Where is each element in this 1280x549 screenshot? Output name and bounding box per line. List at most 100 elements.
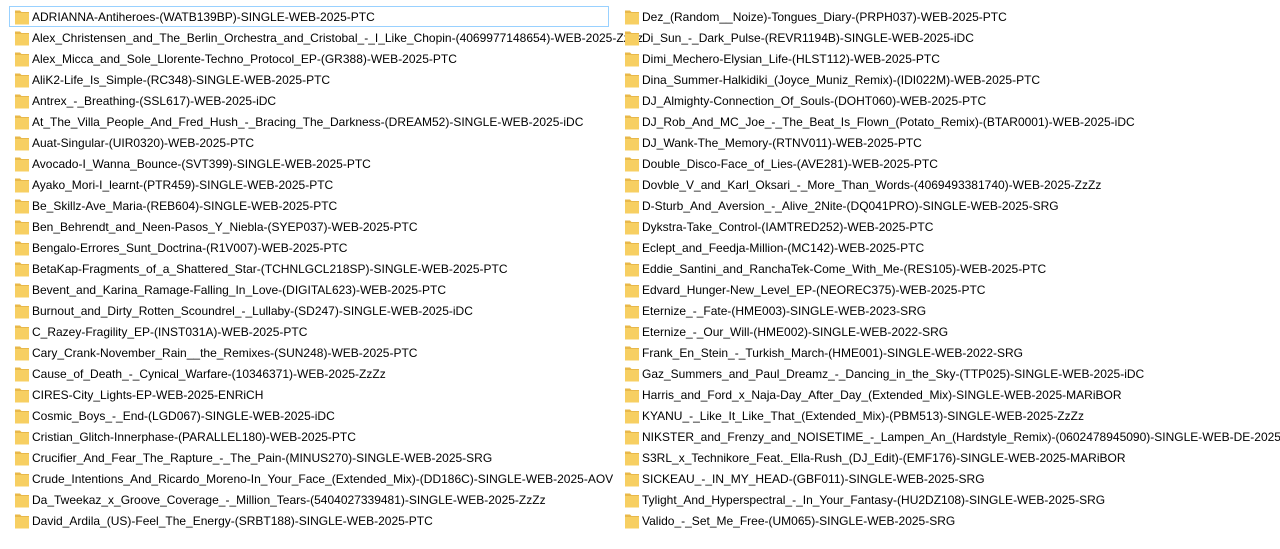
folder-item[interactable]: S3RL_x_Technikore_Feat._Ella-Rush_(DJ_Ed… bbox=[619, 447, 1274, 468]
folder-item-label: David_Ardila_(US)-Feel_The_Energy-(SRBT1… bbox=[32, 514, 433, 528]
file-column-right: Dez_(Random__Noize)-Tongues_Diary-(PRPH0… bbox=[619, 6, 1280, 531]
folder-item[interactable]: Da_Tweekaz_x_Groove_Coverage_-_Million_T… bbox=[9, 489, 609, 510]
folder-icon bbox=[15, 450, 29, 466]
folder-item-label: Burnout_and_Dirty_Rotten_Scoundrel_-_Lul… bbox=[32, 304, 473, 318]
folder-icon bbox=[15, 30, 29, 46]
folder-icon bbox=[625, 261, 639, 277]
folder-icon bbox=[625, 219, 639, 235]
folder-icon bbox=[625, 450, 639, 466]
folder-item[interactable]: Dovble_V_and_Karl_Oksari_-_More_Than_Wor… bbox=[619, 174, 1274, 195]
folder-item[interactable]: Alex_Christensen_and_The_Berlin_Orchestr… bbox=[9, 27, 643, 48]
folder-item[interactable]: BetaKap-Fragments_of_a_Shattered_Star-(T… bbox=[9, 258, 609, 279]
folder-icon bbox=[15, 492, 29, 508]
folder-item-label: Di_Sun_-_Dark_Pulse-(REVR1194B)-SINGLE-W… bbox=[642, 31, 974, 45]
folder-item[interactable]: Auat-Singular-(UIR0320)-WEB-2025-PTC bbox=[9, 132, 609, 153]
folder-item[interactable]: Avocado-I_Wanna_Bounce-(SVT399)-SINGLE-W… bbox=[9, 153, 609, 174]
folder-item[interactable]: Alex_Micca_and_Sole_Llorente-Techno_Prot… bbox=[9, 48, 609, 69]
folder-icon bbox=[15, 345, 29, 361]
folder-item[interactable]: D-Sturb_And_Aversion_-_Alive_2Nite-(DQ04… bbox=[619, 195, 1274, 216]
folder-item[interactable]: NIKSTER_and_Frenzy_and_NOISETIME_-_Lampe… bbox=[619, 426, 1280, 447]
folder-item[interactable]: Dimi_Mechero-Elysian_Life-(HLST112)-WEB-… bbox=[619, 48, 1274, 69]
folder-item[interactable]: Tylight_And_Hyperspectral_-_In_Your_Fant… bbox=[619, 489, 1274, 510]
folder-item-label: Avocado-I_Wanna_Bounce-(SVT399)-SINGLE-W… bbox=[32, 157, 371, 171]
folder-item-label: Crucifier_And_Fear_The_Rapture_-_The_Pai… bbox=[32, 451, 493, 465]
folder-item[interactable]: Crude_Intentions_And_Ricardo_Moreno-In_Y… bbox=[9, 468, 613, 489]
folder-item[interactable]: Crucifier_And_Fear_The_Rapture_-_The_Pai… bbox=[9, 447, 609, 468]
folder-item-label: Cary_Crank-November_Rain__the_Remixes-(S… bbox=[32, 346, 418, 360]
folder-icon bbox=[15, 135, 29, 151]
folder-item[interactable]: KYANU_-_Like_It_Like_That_(Extended_Mix)… bbox=[619, 405, 1274, 426]
folder-item-label: Harris_and_Ford_x_Naja-Day_After_Day_(Ex… bbox=[642, 388, 1122, 402]
folder-item[interactable]: Eclept_and_Feedja-Million-(MC142)-WEB-20… bbox=[619, 237, 1274, 258]
folder-item[interactable]: David_Ardila_(US)-Feel_The_Energy-(SRBT1… bbox=[9, 510, 609, 531]
folder-item[interactable]: Bevent_and_Karina_Ramage-Falling_In_Love… bbox=[9, 279, 609, 300]
folder-icon bbox=[15, 513, 29, 529]
folder-item-label: Eternize_-_Our_Will-(HME002)-SINGLE-WEB-… bbox=[642, 325, 949, 339]
folder-item-label: At_The_Villa_People_And_Fred_Hush_-_Brac… bbox=[32, 115, 584, 129]
folder-item[interactable]: Eternize_-_Our_Will-(HME002)-SINGLE-WEB-… bbox=[619, 321, 1274, 342]
folder-item-label: DJ_Rob_And_MC_Joe_-_The_Beat_Is_Flown_(P… bbox=[642, 115, 1135, 129]
folder-item-label: ADRIANNA-Antiheroes-(WATB139BP)-SINGLE-W… bbox=[32, 10, 375, 24]
folder-item[interactable]: Burnout_and_Dirty_Rotten_Scoundrel_-_Lul… bbox=[9, 300, 609, 321]
folder-item-label: Alex_Micca_and_Sole_Llorente-Techno_Prot… bbox=[32, 52, 457, 66]
folder-item-label: Bengalo-Errores_Sunt_Doctrina-(R1V007)-W… bbox=[32, 241, 348, 255]
folder-item[interactable]: DJ_Almighty-Connection_Of_Souls-(DOHT060… bbox=[619, 90, 1274, 111]
folder-item[interactable]: Frank_En_Stein_-_Turkish_March-(HME001)-… bbox=[619, 342, 1274, 363]
folder-item[interactable]: At_The_Villa_People_And_Fred_Hush_-_Brac… bbox=[9, 111, 609, 132]
folder-icon bbox=[15, 93, 29, 109]
folder-item[interactable]: Dez_(Random__Noize)-Tongues_Diary-(PRPH0… bbox=[619, 6, 1274, 27]
folder-icon bbox=[625, 471, 639, 487]
folder-item-label: Eternize_-_Fate-(HME003)-SINGLE-WEB-2023… bbox=[642, 304, 927, 318]
folder-item[interactable]: Harris_and_Ford_x_Naja-Day_After_Day_(Ex… bbox=[619, 384, 1274, 405]
folder-icon bbox=[625, 177, 639, 193]
folder-item[interactable]: Di_Sun_-_Dark_Pulse-(REVR1194B)-SINGLE-W… bbox=[619, 27, 1274, 48]
folder-item[interactable]: Antrex_-_Breathing-(SSL617)-WEB-2025-iDC bbox=[9, 90, 609, 111]
folder-item[interactable]: SICKEAU_-_IN_MY_HEAD-(GBF011)-SINGLE-WEB… bbox=[619, 468, 1274, 489]
folder-item[interactable]: Cosmic_Boys_-_End-(LGD067)-SINGLE-WEB-20… bbox=[9, 405, 609, 426]
folder-icon bbox=[15, 387, 29, 403]
folder-icon bbox=[15, 429, 29, 445]
folder-item-label: Dimi_Mechero-Elysian_Life-(HLST112)-WEB-… bbox=[642, 52, 940, 66]
folder-icon bbox=[625, 324, 639, 340]
folder-item-label: Dina_Summer-Halkidiki_(Joyce_Muniz_Remix… bbox=[642, 73, 1041, 87]
folder-icon bbox=[15, 9, 29, 25]
folder-item-label: C_Razey-Fragility_EP-(INST031A)-WEB-2025… bbox=[32, 325, 308, 339]
folder-item[interactable]: AliK2-Life_Is_Simple-(RC348)-SINGLE-WEB-… bbox=[9, 69, 609, 90]
folder-icon bbox=[625, 9, 639, 25]
folder-item-label: Alex_Christensen_and_The_Berlin_Orchestr… bbox=[32, 31, 644, 45]
folder-item[interactable]: Valido_-_Set_Me_Free-(UM065)-SINGLE-WEB-… bbox=[619, 510, 1274, 531]
folder-item-label: Dykstra-Take_Control-(IAMTRED252)-WEB-20… bbox=[642, 220, 934, 234]
folder-item[interactable]: Bengalo-Errores_Sunt_Doctrina-(R1V007)-W… bbox=[9, 237, 609, 258]
folder-item-label: Cause_of_Death_-_Cynical_Warfare-(103463… bbox=[32, 367, 386, 381]
folder-item[interactable]: DJ_Rob_And_MC_Joe_-_The_Beat_Is_Flown_(P… bbox=[619, 111, 1274, 132]
folder-item[interactable]: Double_Disco-Face_of_Lies-(AVE281)-WEB-2… bbox=[619, 153, 1274, 174]
folder-item-label: Gaz_Summers_and_Paul_Dreamz_-_Dancing_in… bbox=[642, 367, 1145, 381]
folder-icon bbox=[15, 51, 29, 67]
folder-item[interactable]: Eddie_Santini_and_RanchaTek-Come_With_Me… bbox=[619, 258, 1274, 279]
folder-item[interactable]: Ayako_Mori-I_learnt-(PTR459)-SINGLE-WEB-… bbox=[9, 174, 609, 195]
folder-icon bbox=[15, 177, 29, 193]
folder-icon bbox=[15, 303, 29, 319]
folder-item[interactable]: ADRIANNA-Antiheroes-(WATB139BP)-SINGLE-W… bbox=[9, 6, 609, 27]
folder-item-label: Eddie_Santini_and_RanchaTek-Come_With_Me… bbox=[642, 262, 1047, 276]
folder-item[interactable]: DJ_Wank-The_Memory-(RTNV011)-WEB-2025-PT… bbox=[619, 132, 1274, 153]
folder-item-label: DJ_Wank-The_Memory-(RTNV011)-WEB-2025-PT… bbox=[642, 136, 922, 150]
folder-icon bbox=[15, 261, 29, 277]
folder-item[interactable]: Be_Skillz-Ave_Maria-(REB604)-SINGLE-WEB-… bbox=[9, 195, 609, 216]
folder-icon bbox=[15, 471, 29, 487]
folder-item[interactable]: Cristian_Glitch-Innerphase-(PARALLEL180)… bbox=[9, 426, 609, 447]
folder-item[interactable]: Eternize_-_Fate-(HME003)-SINGLE-WEB-2023… bbox=[619, 300, 1274, 321]
folder-item[interactable]: Cause_of_Death_-_Cynical_Warfare-(103463… bbox=[9, 363, 609, 384]
folder-icon bbox=[625, 156, 639, 172]
folder-item[interactable]: Edvard_Hunger-New_Level_EP-(NEOREC375)-W… bbox=[619, 279, 1274, 300]
folder-icon bbox=[15, 72, 29, 88]
folder-item[interactable]: CIRES-City_Lights-EP-WEB-2025-ENRiCH bbox=[9, 384, 609, 405]
folder-item[interactable]: Dina_Summer-Halkidiki_(Joyce_Muniz_Remix… bbox=[619, 69, 1274, 90]
folder-item[interactable]: C_Razey-Fragility_EP-(INST031A)-WEB-2025… bbox=[9, 321, 609, 342]
folder-item[interactable]: Dykstra-Take_Control-(IAMTRED252)-WEB-20… bbox=[619, 216, 1274, 237]
folder-item[interactable]: Cary_Crank-November_Rain__the_Remixes-(S… bbox=[9, 342, 609, 363]
folder-item[interactable]: Gaz_Summers_and_Paul_Dreamz_-_Dancing_in… bbox=[619, 363, 1274, 384]
folder-icon bbox=[625, 240, 639, 256]
folder-item[interactable]: Ben_Behrendt_and_Neen-Pasos_Y_Niebla-(SY… bbox=[9, 216, 609, 237]
folder-item-label: Frank_En_Stein_-_Turkish_March-(HME001)-… bbox=[642, 346, 1024, 360]
